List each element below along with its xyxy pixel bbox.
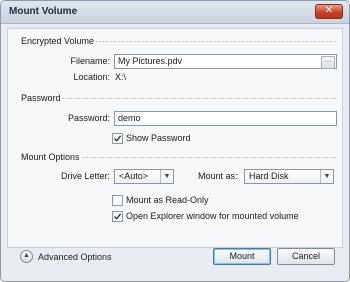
filename-field[interactable]: My Pictures.pdv … — [114, 54, 337, 69]
separator — [96, 41, 336, 42]
advanced-options-toggle[interactable]: Advanced Options — [38, 252, 112, 262]
location-label: Location: — [73, 72, 110, 82]
filename-label: Filename: — [70, 56, 110, 66]
section-password: Password — [21, 93, 61, 103]
browse-button[interactable]: … — [321, 56, 335, 69]
show-password-checkbox[interactable] — [112, 133, 123, 144]
cancel-button[interactable]: Cancel — [277, 248, 335, 265]
window-title: Mount Volume — [9, 6, 78, 17]
browse-icon: … — [324, 57, 332, 64]
separator — [83, 157, 336, 158]
drive-letter-select[interactable]: <Auto> ▼ — [114, 169, 174, 184]
show-password-label: Show Password — [126, 133, 191, 143]
read-only-checkbox[interactable] — [112, 195, 123, 206]
open-explorer-label: Open Explorer window for mounted volume — [126, 211, 299, 221]
chevron-up-circle-icon[interactable]: ▲ — [20, 250, 33, 263]
location-value: X:\ — [115, 72, 127, 82]
password-field[interactable]: demo — [114, 111, 337, 126]
password-label: Password: — [67, 113, 110, 123]
chevron-down-icon: ▼ — [320, 170, 333, 183]
drive-letter-value: <Auto> — [119, 171, 149, 181]
close-icon: ✕ — [324, 5, 334, 16]
open-explorer-checkbox[interactable] — [112, 211, 123, 222]
chevron-down-icon: ▼ — [160, 170, 173, 183]
mount-button[interactable]: Mount — [213, 248, 271, 265]
title-bar: Mount Volume ✕ — [1, 1, 349, 24]
separator — [62, 98, 336, 99]
mount-volume-dialog: Mount Volume ✕ Encrypted Volume Filename… — [0, 0, 350, 282]
close-button[interactable]: ✕ — [315, 4, 343, 19]
mount-as-label: Mount as: — [198, 171, 238, 181]
mount-as-value: Hard Disk — [249, 171, 289, 181]
filename-value: My Pictures.pdv — [118, 56, 183, 66]
section-mount-options: Mount Options — [21, 152, 80, 162]
section-encrypted-volume: Encrypted Volume — [21, 36, 95, 46]
password-value: demo — [118, 113, 141, 123]
checkmark-icon — [114, 213, 122, 220]
checkmark-icon — [114, 135, 122, 142]
read-only-label: Mount as Read-Only — [126, 195, 209, 205]
dialog-client-area: Encrypted Volume Filename: My Pictures.p… — [7, 28, 343, 248]
mount-as-select[interactable]: Hard Disk ▼ — [244, 169, 334, 184]
drive-letter-label: Drive Letter: — [60, 171, 110, 181]
